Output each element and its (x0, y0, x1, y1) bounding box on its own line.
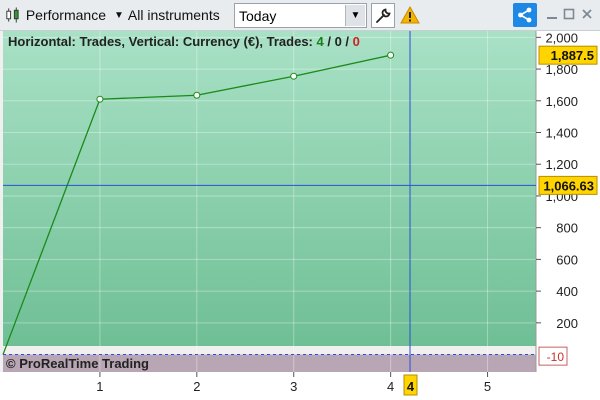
performance-chart[interactable]: 2,0001,8001,6001,4001,2001,0008006004002… (0, 31, 600, 400)
minimize-icon[interactable] (544, 6, 560, 22)
chart-header: Horizontal: Trades, Vertical: Currency (… (8, 34, 360, 49)
share-button[interactable] (513, 3, 537, 27)
header-sep-1: / (323, 34, 335, 49)
last-value-label: 1,887.5 (551, 48, 594, 63)
data-point[interactable] (96, 95, 104, 103)
y-tick-label: 200 (556, 316, 578, 331)
y-tick-label: 800 (556, 221, 578, 236)
share-icon (518, 7, 532, 23)
y-tick-label: 2,000 (545, 31, 578, 45)
x-tick-label: 5 (484, 379, 491, 394)
chevron-down-icon[interactable]: ▼ (345, 5, 365, 26)
toolbar: Performance ▼ All instruments Today ▼ (0, 0, 600, 31)
close-icon[interactable] (579, 6, 595, 22)
neutral-trades: 0 (334, 34, 342, 49)
y-tick-label: 400 (556, 284, 578, 299)
x-tick-label: 4 (387, 379, 394, 394)
brand-watermark: © ProRealTime Trading (6, 356, 149, 371)
x-axis-panel (0, 372, 600, 400)
negative-value-label: -10 (547, 350, 565, 364)
instruments-dropdown[interactable]: ▼ All instruments (110, 3, 228, 27)
plot-area (3, 31, 536, 346)
wrench-icon (376, 7, 391, 23)
y-tick-label: 1,400 (545, 126, 578, 141)
y-tick-label: 1,200 (545, 157, 578, 172)
header-prefix: Horizontal: Trades, Vertical: Currency (… (8, 34, 317, 49)
candlestick-icon (6, 7, 19, 23)
x-tick-label: 3 (290, 379, 297, 394)
warning-icon[interactable] (400, 5, 420, 25)
losing-trades: 0 (352, 34, 360, 49)
x-tick-label: 1 (96, 379, 103, 394)
x-tick-label: 2 (193, 379, 200, 394)
data-point[interactable] (290, 72, 298, 80)
settings-wrench-button[interactable] (371, 3, 395, 28)
period-value: Today (239, 7, 277, 24)
caret-down-icon: ▼ (114, 9, 124, 21)
performance-label: Performance (25, 7, 106, 23)
maximize-icon[interactable] (561, 6, 577, 22)
header-sep-2: / (341, 34, 353, 49)
y-tick-label: 1,600 (545, 94, 578, 109)
performance-button[interactable]: Performance (2, 3, 106, 27)
instruments-label: All instruments (127, 7, 220, 23)
cursor-x-label: 4 (407, 379, 415, 394)
winning-trades: 4 (316, 34, 324, 49)
data-point[interactable] (193, 91, 201, 99)
y-tick-label: 600 (556, 252, 578, 267)
period-select[interactable]: Today ▼ (234, 3, 367, 28)
data-point[interactable] (387, 51, 395, 59)
cursor-value-label: 1,066.63 (543, 178, 594, 193)
